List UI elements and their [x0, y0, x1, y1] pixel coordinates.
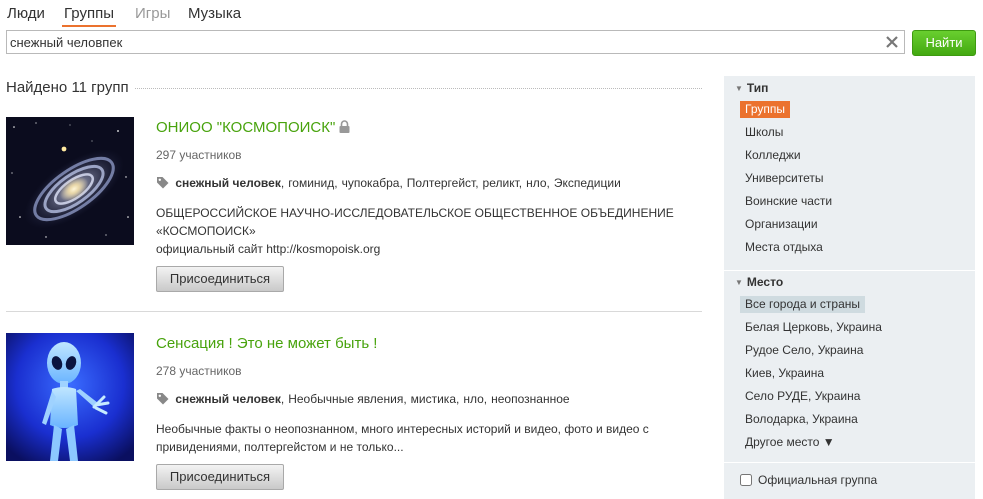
- results-header: Найдено 11 групп: [6, 79, 702, 97]
- members-count: 297 участников: [156, 148, 242, 162]
- filter-heading-type[interactable]: ▼ Тип: [735, 81, 768, 95]
- filter-heading-label: Тип: [746, 81, 769, 95]
- clear-icon[interactable]: [884, 34, 900, 50]
- tag-item[interactable]: чупокабра: [342, 176, 400, 190]
- filter-type-organizations[interactable]: Организации: [740, 216, 823, 233]
- filter-type-recreation[interactable]: Места отдыха: [740, 239, 828, 256]
- group-title-text: ОНИОО "КОСМОПОИСК": [156, 119, 336, 136]
- tag-icon: [157, 393, 169, 405]
- tag-item[interactable]: нло: [526, 176, 546, 190]
- group-card: Сенсация ! Это не может быть ! 278 участ…: [6, 333, 702, 499]
- filter-heading-place[interactable]: ▼ Место: [735, 275, 783, 289]
- filter-place-other[interactable]: Другое место ▼: [740, 434, 840, 451]
- join-button[interactable]: Присоединиться: [156, 464, 284, 490]
- tag-item[interactable]: Необычные явления: [288, 392, 403, 406]
- filter-type-groups[interactable]: Группы: [740, 101, 790, 118]
- filter-type-military[interactable]: Воинские части: [740, 193, 837, 210]
- filter-place-item[interactable]: Белая Церковь, Украина: [740, 319, 887, 336]
- tag-item[interactable]: нло: [463, 392, 483, 406]
- find-button[interactable]: Найти: [912, 30, 976, 56]
- tag-item[interactable]: гоминид: [288, 176, 334, 190]
- search-box: [6, 30, 905, 54]
- filter-sidebar: ▼ Тип Группы Школы Колледжи Университеты …: [724, 76, 975, 499]
- description-line: привидениями, полтергейстом и не только.…: [156, 440, 404, 454]
- description-line: Необычные факты о неопознанном, много ин…: [156, 422, 649, 436]
- filter-heading-label: Место: [746, 275, 784, 289]
- tag-item[interactable]: неопознанное: [491, 392, 569, 406]
- group-title-text: Сенсация ! Это не может быть !: [156, 335, 378, 352]
- official-group-checkbox[interactable]: [740, 474, 752, 486]
- official-group-filter[interactable]: Официальная группа: [740, 473, 877, 487]
- tag-list: снежный человек, гоминид, чупокабра, Полтер…: [156, 176, 621, 190]
- filter-place-item[interactable]: Село РУДЕ, Украина: [740, 388, 865, 405]
- description-line: ОБЩЕРОССИЙСКОЕ НАУЧНО-ИССЛЕДОВАТЕЛЬСКОЕ …: [156, 206, 674, 220]
- group-title-link[interactable]: ОНИОО "КОСМОПОИСК": [156, 119, 350, 136]
- filter-type-colleges[interactable]: Колледжи: [740, 147, 806, 164]
- group-description: Необычные факты о неопознанном, много ин…: [156, 420, 702, 456]
- filter-section-type: ▼ Тип Группы Школы Колледжи Университеты …: [724, 76, 975, 270]
- group-description: ОБЩЕРОССИЙСКОЕ НАУЧНО-ИССЛЕДОВАТЕЛЬСКОЕ …: [156, 204, 702, 258]
- tab-groups[interactable]: Группы: [62, 5, 116, 27]
- triangle-down-icon: ▼: [735, 84, 743, 93]
- tab-music[interactable]: Музыка: [188, 5, 241, 23]
- group-avatar-galaxy[interactable]: [6, 117, 134, 245]
- lock-icon: [339, 120, 350, 133]
- triangle-down-icon: ▼: [735, 278, 743, 287]
- group-title-link[interactable]: Сенсация ! Это не может быть !: [156, 335, 377, 352]
- filter-place-item[interactable]: Рудое Село, Украина: [740, 342, 868, 359]
- members-count: 278 участников: [156, 364, 242, 378]
- filter-type-schools[interactable]: Школы: [740, 124, 788, 141]
- card-divider: [6, 311, 702, 312]
- tag-item[interactable]: мистика: [411, 392, 456, 406]
- tag-item[interactable]: реликт: [483, 176, 519, 190]
- description-line: «КОСМОПОИСК»: [156, 224, 256, 238]
- tag-item[interactable]: Полтергейст: [407, 176, 475, 190]
- tab-people[interactable]: Люди: [7, 5, 45, 23]
- group-avatar-alien[interactable]: [6, 333, 134, 461]
- filter-section-official: Официальная группа: [724, 462, 975, 499]
- results-count: Найдено 11 групп: [6, 79, 135, 96]
- group-card: ОНИОО "КОСМОПОИСК" 297 участников снежны…: [6, 117, 702, 313]
- tag-list: снежный человек, Необычные явления, мистик…: [156, 392, 570, 406]
- tag-item[interactable]: Экспедиции: [554, 176, 621, 190]
- search-input[interactable]: [10, 34, 870, 50]
- filter-type-universities[interactable]: Университеты: [740, 170, 828, 187]
- filter-place-item[interactable]: Киев, Украина: [740, 365, 829, 382]
- tab-games[interactable]: Игры: [135, 5, 170, 23]
- tag-item[interactable]: снежный человек: [175, 392, 281, 406]
- filter-place-item[interactable]: Володарка, Украина: [740, 411, 863, 428]
- filter-place-all[interactable]: Все города и страны: [740, 296, 866, 313]
- description-line: официальный сайт http://kosmopoisk.org: [156, 242, 381, 256]
- official-group-label: Официальная группа: [758, 473, 878, 487]
- filter-section-place: ▼ Место Все города и страны Белая Церковь…: [724, 270, 975, 462]
- tag-item[interactable]: снежный человек: [175, 176, 281, 190]
- tag-icon: [157, 177, 169, 189]
- join-button[interactable]: Присоединиться: [156, 266, 284, 292]
